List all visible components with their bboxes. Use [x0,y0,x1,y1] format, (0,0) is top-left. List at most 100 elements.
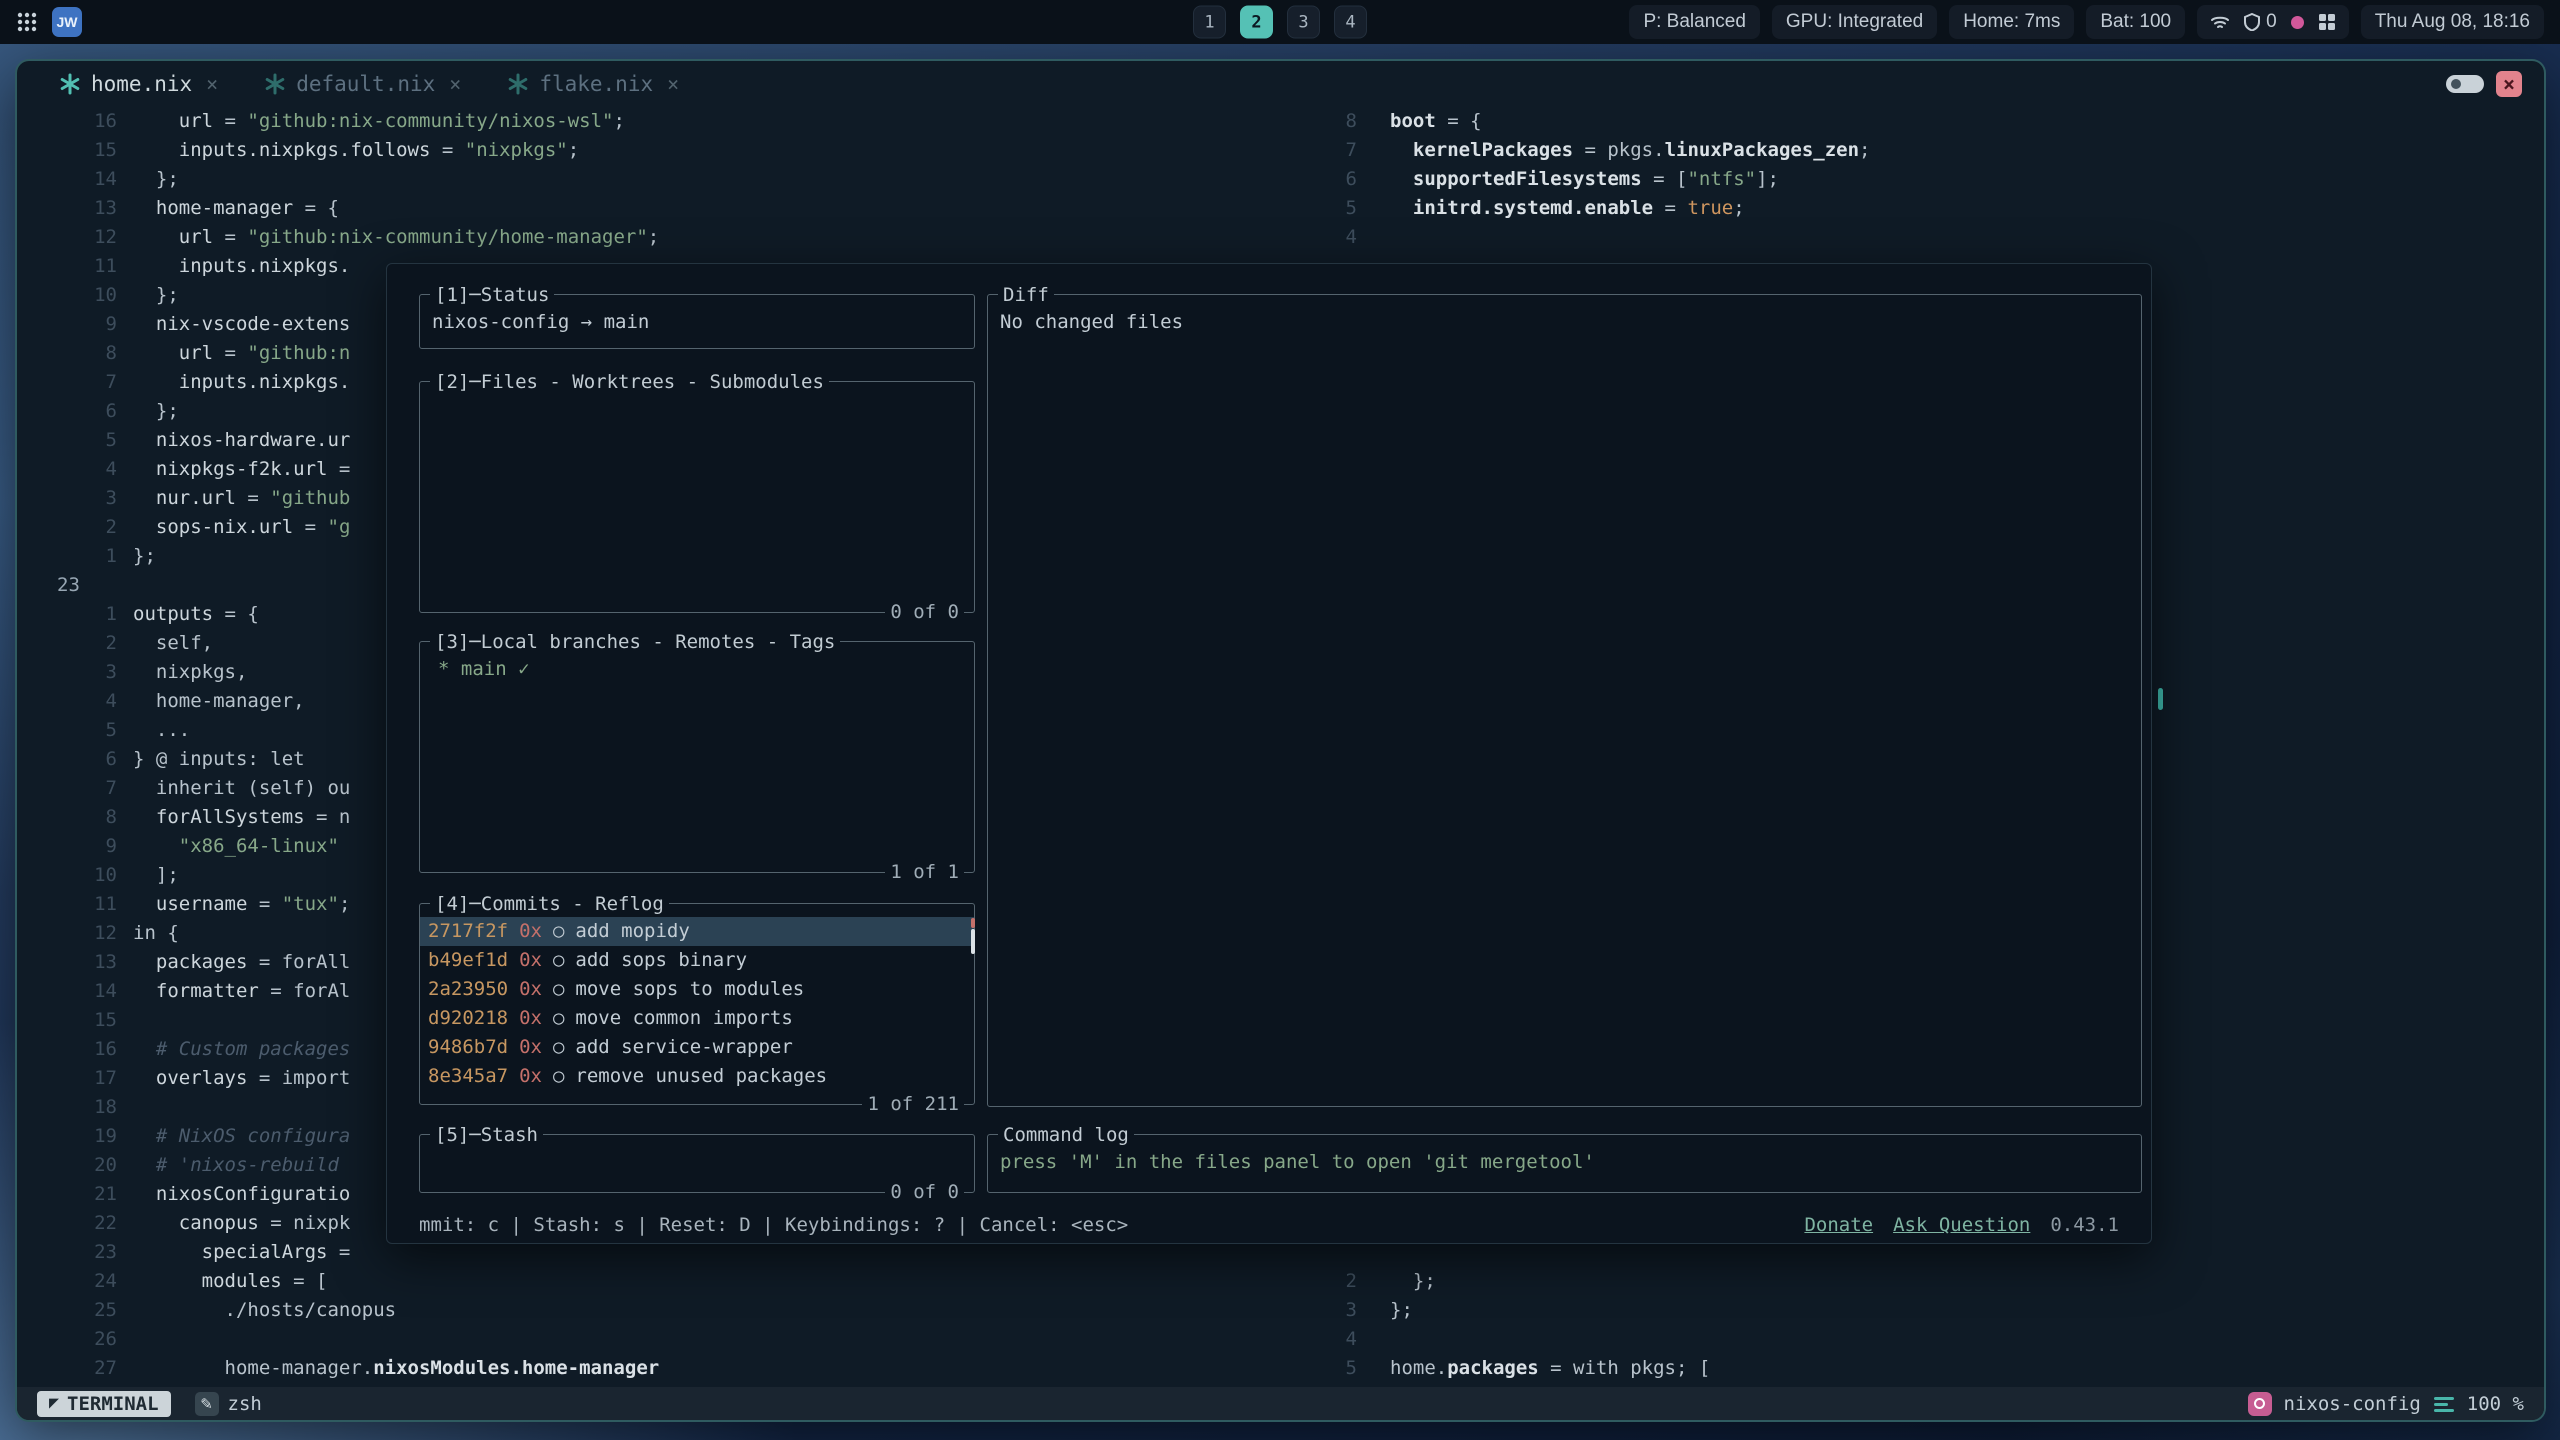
panel-title: Command log [998,1122,1134,1148]
line-number: 12 [17,919,117,948]
line-number: 17 [17,1064,117,1093]
code-line: 5 initrd.systemd.enable = true; [1309,194,2544,223]
stash-panel[interactable]: [5]─Stash 0 of 0 [419,1134,975,1193]
link-ask-question[interactable]: Ask Question [1893,1214,2030,1236]
commit-node-icon: ○ [553,946,564,975]
tab-close-button[interactable]: × [667,72,679,96]
line-number: 5 [17,716,117,745]
updates-indicator[interactable]: 0 [2244,11,2277,33]
top-bar-right: P: BalancedGPU: IntegratedHome: 7msBat: … [1629,5,2544,39]
line-number: 4 [1309,1325,1357,1354]
commit-message: add mopidy [575,917,689,946]
nix-icon [264,73,286,95]
commit-row[interactable]: d9202180x○move common imports [420,1004,974,1033]
apps-grid-icon[interactable] [16,11,38,33]
code-text: url = "github:nix-community/nixos-wsl"; [133,107,625,136]
workspace-button-1[interactable]: 1 [1193,6,1226,39]
scrollbar-thumb[interactable] [971,929,975,954]
commit-message: add sops binary [575,946,747,975]
commit-node-icon: ○ [553,1033,564,1062]
pencil-icon: ✎ [195,1392,219,1416]
commit-message: remove unused packages [575,1062,827,1091]
tab-close-button[interactable]: × [449,72,461,96]
tab-label: default.nix [296,72,435,96]
line-number: 14 [17,165,117,194]
mode-label: TERMINAL [67,1393,159,1415]
session-ring-glyph [2254,1398,2265,1409]
code-text: "x86_64-linux" [133,832,339,861]
panel-title: [1]─Status [430,282,554,308]
line-number: 18 [17,1093,117,1122]
code-text: home-manager, [133,687,305,716]
code-line: 8boot = { [1309,107,2544,136]
commit-hash: d920218 [428,1004,508,1033]
code-text: home-manager = { [133,194,339,223]
branch-row[interactable]: * main ✓ [420,655,974,684]
mode-indicator: ◤ TERMINAL [37,1391,171,1417]
code-line: 4 [1309,1325,2544,1354]
commit-author: 0x [519,917,542,946]
commit-row[interactable]: 8e345a70x○remove unused packages [420,1062,974,1091]
tab-close-button[interactable]: × [206,72,218,96]
code-line: 5home.packages = with pkgs; [ [1309,1354,2544,1383]
status-panel[interactable]: [1]─Status nixos-config → main [419,294,975,349]
files-panel[interactable]: [2]─Files - Worktrees - Submodules 0 of … [419,381,975,613]
shield-icon [2244,13,2260,31]
code-line: 4 [1309,223,2544,252]
panel-title: [2]─Files - Worktrees - Submodules [430,369,829,395]
commit-row[interactable]: 9486b7d0x○add service-wrapper [420,1033,974,1062]
command-log-panel[interactable]: Command log press 'M' in the files panel… [987,1134,2142,1193]
commit-row[interactable]: b49ef1d0x○add sops binary [420,946,974,975]
record-dot-icon[interactable] [2291,16,2304,29]
code-text: overlays = import [133,1064,350,1093]
commit-hash: 9486b7d [428,1033,508,1062]
line-number: 25 [17,1296,117,1325]
code-line: 2 }; [1309,1267,2544,1296]
pane-scroll-indicator[interactable] [2158,688,2163,710]
grid-icon[interactable] [2318,13,2336,31]
line-number: 21 [17,1180,117,1209]
line-number: 7 [17,774,117,803]
command-log-content: press 'M' in the files panel to open 'gi… [988,1135,2141,1177]
code-line: 26 [17,1325,1309,1354]
workspace-button-2[interactable]: 2 [1240,6,1273,39]
workspace-button-3[interactable]: 3 [1287,6,1320,39]
scrollbar-accent[interactable] [971,918,975,928]
diff-panel[interactable]: Diff No changed files [987,294,2142,1107]
line-number: 16 [17,107,117,136]
pane-tab-zsh[interactable]: ✎ zsh [195,1392,262,1416]
code-text: self, [133,629,213,658]
tab-default.nix[interactable]: default.nix × [264,72,461,96]
tab-flake.nix[interactable]: flake.nix× [507,72,679,96]
link-donate[interactable]: Donate [1804,1214,1873,1236]
tab-label: home.nix [91,72,192,96]
clock[interactable]: Thu Aug 08, 18:16 [2361,5,2544,39]
editor-tabs: home.nix×default.nix×flake.nix× [59,72,679,96]
line-number: 6 [17,745,117,774]
line-number: 4 [17,687,117,716]
app-badge[interactable]: JW [52,7,82,37]
commits-panel[interactable]: [4]─Commits - Reflog 1 of 211 2717f2f0x○… [419,903,975,1105]
workspace-button-4[interactable]: 4 [1334,6,1367,39]
code-line: 24 modules = [ [17,1267,1309,1296]
wifi-icon[interactable] [2210,14,2230,30]
line-number: 1 [17,600,117,629]
system-tray[interactable]: 0 [2197,5,2349,39]
workspace-switcher: 1234 [1193,6,1367,39]
code-text: }; [1390,1267,1436,1296]
code-text: forAllSystems = n [133,803,350,832]
line-number: 20 [17,1151,117,1180]
window-pill-button[interactable] [2446,75,2484,93]
code-text: nixosConfiguratio [133,1180,350,1209]
commit-node-icon: ○ [553,1062,564,1091]
code-text: home-manager.nixosModules.home-manager [133,1354,659,1383]
panel-title: [5]─Stash [430,1122,543,1148]
commit-row[interactable]: 2717f2f0x○add mopidy [420,917,974,946]
line-number: 5 [1309,1354,1357,1383]
branches-panel[interactable]: [3]─Local branches - Remotes - Tags 1 of… [419,641,975,873]
line-number: 3 [1309,1296,1357,1325]
window-close-button[interactable]: × [2496,71,2522,97]
tab-home.nix[interactable]: home.nix × [59,72,218,96]
commit-row[interactable]: 2a239500x○move sops to modules [420,975,974,1004]
code-text: ./hosts/canopus [133,1296,396,1325]
